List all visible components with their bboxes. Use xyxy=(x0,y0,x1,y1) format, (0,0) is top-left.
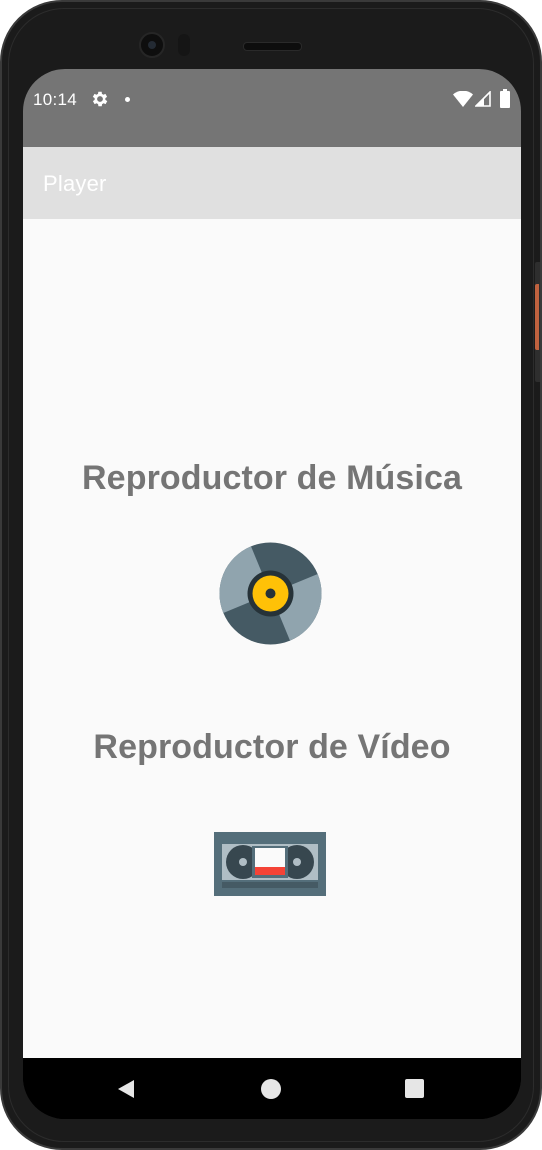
status-bar: 10:14 xyxy=(23,69,521,147)
proximity-sensor xyxy=(178,34,190,56)
app-bar: Player xyxy=(23,147,521,219)
cell-signal-icon xyxy=(475,91,491,107)
home-icon[interactable] xyxy=(261,1079,281,1099)
main-content: Reproductor de Música Reproductor de Víd… xyxy=(23,219,521,1058)
app-title: Player xyxy=(43,171,107,196)
earpiece-speaker xyxy=(243,42,302,51)
vhs-cassette-icon[interactable] xyxy=(214,832,326,896)
video-player-title[interactable]: Reproductor de Vídeo xyxy=(23,728,521,767)
wifi-icon xyxy=(453,91,473,107)
vinyl-record-icon[interactable] xyxy=(219,542,322,645)
back-icon[interactable] xyxy=(116,1079,136,1099)
battery-icon xyxy=(500,89,510,108)
status-time: 10:14 xyxy=(33,90,78,109)
notification-dot-icon xyxy=(125,97,130,102)
recents-icon[interactable] xyxy=(405,1079,424,1098)
settings-gear-icon xyxy=(92,91,108,107)
screen: 10:14 Player Reproductor de Música Repro… xyxy=(23,69,521,1119)
music-player-title[interactable]: Reproductor de Música xyxy=(23,459,521,498)
phone-frame: 10:14 Player Reproductor de Música Repro… xyxy=(0,0,542,1150)
navigation-bar xyxy=(23,1058,521,1119)
front-camera xyxy=(139,32,165,58)
volume-button[interactable] xyxy=(535,284,539,350)
